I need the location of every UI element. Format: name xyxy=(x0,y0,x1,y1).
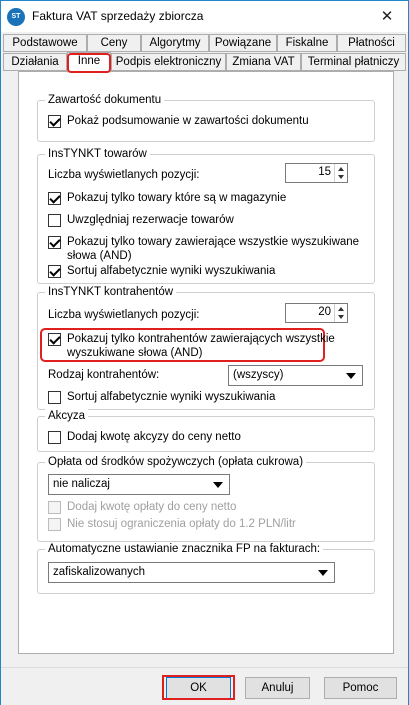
tab-platnosci[interactable]: Płatności xyxy=(337,34,406,52)
kontrahenci-type-select[interactable]: (wszyscy) xyxy=(228,365,363,386)
kontrahenci-sort-label: Sortuj alfabetycznie wyniki wyszukiwania xyxy=(67,391,276,403)
group-legend: Opłata od środków spożywczych (opłata cu… xyxy=(45,455,307,469)
spin-up-icon[interactable] xyxy=(338,307,344,311)
reservations-checkbox[interactable] xyxy=(48,214,61,227)
kontrahenci-count-label: Liczba wyświetlanych pozycji: xyxy=(48,309,200,321)
title-bar: ST Faktura VAT sprzedaży zbiorcza ✕ xyxy=(1,1,408,32)
only-in-stock-checkbox[interactable] xyxy=(48,192,61,205)
reservations-label: Uwzględniaj rezerwacje towarów xyxy=(67,214,234,226)
group-legend: InsTYNKT kontrahentów xyxy=(45,285,177,299)
group-oplata-cukrowa: Opłata od środków spożywczych (opłata cu… xyxy=(37,455,375,542)
app-logo-icon: ST xyxy=(7,8,25,26)
tab-panel-inne: Zawartość dokumentu Pokaż podsumowanie w… xyxy=(18,71,394,654)
oplata-no-limit-checkbox[interactable] xyxy=(48,518,61,531)
dialog-window: ST Faktura VAT sprzedaży zbiorcza ✕ Pods… xyxy=(0,0,409,705)
spin-up-icon[interactable] xyxy=(338,167,344,171)
towary-all-words-label-2: słowa (AND) xyxy=(67,250,132,262)
oplata-add-label: Dodaj kwotę opłaty do ceny netto xyxy=(67,501,237,513)
kontrahenci-count-spinner[interactable]: 20 xyxy=(285,303,348,323)
towary-all-words-checkbox[interactable] xyxy=(48,236,61,249)
towary-all-words-label-1: Pokazuj tylko towary zawierające wszystk… xyxy=(67,236,360,248)
tab-podpis-elektroniczny[interactable]: Podpis elektroniczny xyxy=(111,53,226,71)
dropdown-arrow-icon[interactable] xyxy=(213,482,223,488)
only-in-stock-label: Pokazuj tylko towary które są w magazyni… xyxy=(67,192,287,204)
tab-dzialania[interactable]: Działania xyxy=(3,53,67,71)
tab-terminal-platniczy[interactable]: Terminal płatniczy xyxy=(301,53,406,71)
tab-podstawowe[interactable]: Podstawowe xyxy=(3,34,87,52)
show-summary-label: Pokaż podsumowanie w zawartości dokument… xyxy=(67,115,309,127)
tab-ceny[interactable]: Ceny xyxy=(87,34,141,52)
towary-sort-label: Sortuj alfabetycznie wyniki wyszukiwania xyxy=(67,265,276,277)
help-button[interactable]: Pomoc xyxy=(324,677,397,699)
spinner-value: 15 xyxy=(318,166,331,178)
spinner-buttons[interactable] xyxy=(334,304,347,322)
group-zawartosc-dokumentu: Zawartość dokumentu Pokaż podsumowanie w… xyxy=(37,93,375,142)
tab-powiazane[interactable]: Powiązane xyxy=(209,34,277,52)
group-legend: Automatyczne ustawianie znacznika FP na … xyxy=(45,542,324,556)
kontrahenci-sort-checkbox[interactable] xyxy=(48,391,61,404)
kontrahenci-type-label: Rodzaj kontrahentów: xyxy=(48,369,160,381)
cancel-button[interactable]: Anuluj xyxy=(245,677,310,699)
dropdown-arrow-icon[interactable] xyxy=(346,373,356,379)
group-akcyza: Akcyza Dodaj kwotę akcyzy do ceny netto xyxy=(37,409,375,452)
select-value: nie naliczaj xyxy=(53,478,110,490)
oplata-select[interactable]: nie naliczaj xyxy=(48,474,230,495)
spinner-buttons[interactable] xyxy=(334,164,347,182)
kontrahenci-all-words-label-1: Pokazuj tylko kontrahentów zawierających… xyxy=(67,333,335,345)
fp-select[interactable]: zafiskalizowanych xyxy=(48,562,335,583)
close-icon[interactable]: ✕ xyxy=(367,1,407,32)
dropdown-arrow-icon[interactable] xyxy=(318,570,328,576)
group-znacznik-fp: Automatyczne ustawianie znacznika FP na … xyxy=(37,542,375,594)
group-legend: Akcyza xyxy=(45,409,89,423)
towary-count-label: Liczba wyświetlanych pozycji: xyxy=(48,169,200,181)
group-instynkt-towarow: InsTYNKT towarów Liczba wyświetlanych po… xyxy=(37,147,375,284)
oplata-no-limit-label: Nie stosuj ograniczenia opłaty do 1.2 PL… xyxy=(67,518,296,530)
oplata-add-checkbox[interactable] xyxy=(48,501,61,514)
active-tab-highlight xyxy=(67,53,111,73)
show-summary-checkbox[interactable] xyxy=(48,115,61,128)
akcyza-add-label: Dodaj kwotę akcyzy do ceny netto xyxy=(67,431,241,443)
group-instynkt-kontrahentow: InsTYNKT kontrahentów Liczba wyświetlany… xyxy=(37,285,375,410)
towary-count-spinner[interactable]: 15 xyxy=(285,163,348,183)
spin-down-icon[interactable] xyxy=(338,175,344,179)
towary-sort-checkbox[interactable] xyxy=(48,265,61,278)
kontrahenci-all-words-checkbox[interactable] xyxy=(48,333,61,346)
select-value: (wszyscy) xyxy=(233,369,284,381)
tab-zmiana-vat[interactable]: Zmiana VAT xyxy=(226,53,301,71)
akcyza-add-checkbox[interactable] xyxy=(48,431,61,444)
kontrahenci-all-words-label-2: wyszukiwane słowa (AND) xyxy=(67,347,203,359)
spin-down-icon[interactable] xyxy=(338,315,344,319)
tab-fiskalne[interactable]: Fiskalne xyxy=(277,34,337,52)
window-title: Faktura VAT sprzedaży zbiorcza xyxy=(32,9,204,23)
select-value: zafiskalizowanych xyxy=(53,566,146,578)
tab-algorytmy[interactable]: Algorytmy xyxy=(141,34,209,52)
spinner-value: 20 xyxy=(318,306,331,318)
ok-button-highlight xyxy=(162,675,235,700)
group-legend: Zawartość dokumentu xyxy=(45,93,165,107)
group-legend: InsTYNKT towarów xyxy=(45,147,150,161)
